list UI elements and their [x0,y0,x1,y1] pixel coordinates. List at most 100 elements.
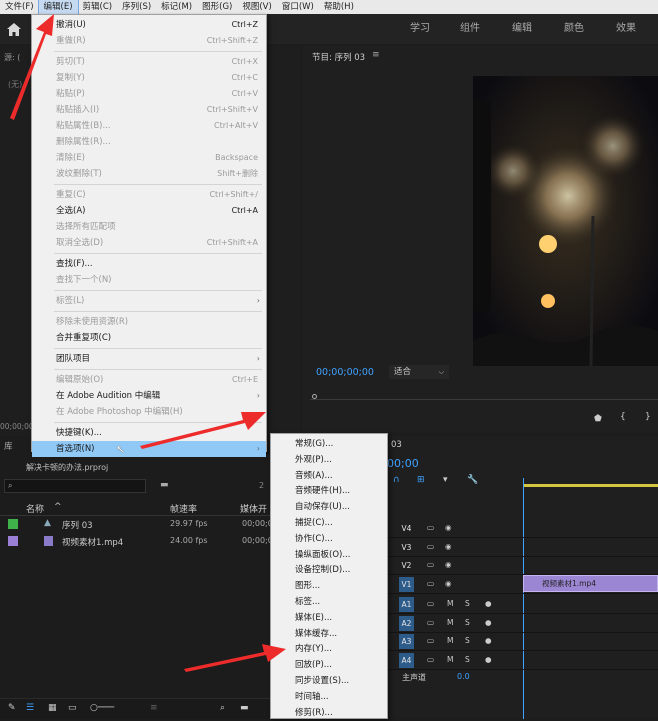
preferences-menu-item[interactable]: 音频(A)... [271,468,387,484]
microphone-icon[interactable]: ● [485,633,492,648]
preferences-menu-item[interactable]: 图形... [271,578,387,594]
workspace-tab-color[interactable]: 颜色 [564,14,584,44]
preferences-menu-item[interactable]: 音频硬件(H)... [271,483,387,499]
snap-icon[interactable]: ∩ [393,475,400,485]
track-row[interactable]: A1 ▭ M S ● [385,596,658,614]
program-timecode[interactable]: 00;00;00;00 [316,367,374,378]
edit-menu-item[interactable]: 在 Adobe Audition 中编辑 › [32,388,266,404]
wrench-icon[interactable]: 🔧 [467,475,478,485]
eye-icon[interactable]: ◉ [445,557,452,572]
timeline-tab[interactable]: 03 [391,440,402,450]
preferences-menu-item[interactable]: 内存(Y)... [271,641,387,657]
sync-lock-icon[interactable]: ▭ [427,539,434,554]
project-tab[interactable]: 库 [4,440,13,452]
track-row[interactable]: V3 ▭ ◉ [385,539,658,557]
eye-icon[interactable]: ◉ [445,576,452,591]
sync-lock-icon[interactable]: ▭ [427,652,434,667]
folder-icon[interactable]: ▬ [160,480,169,490]
column-name[interactable]: 名称 [26,502,44,515]
mute-button[interactable]: M [447,652,453,667]
preferences-menu-item[interactable]: 媒体缓存... [271,626,387,642]
workspace-tab-effects[interactable]: 效果 [616,14,636,44]
track-row[interactable]: A2 ▭ M S ● [385,615,658,633]
microphone-icon[interactable]: ● [485,652,492,667]
icon-view-icon[interactable]: ▦ [48,703,57,713]
edit-menu-item[interactable]: 剪切(T) Ctrl+X [32,54,266,70]
table-row[interactable]: ▲ 序列 03 29.97 fps 00;00;0 [0,516,273,533]
preferences-menu-item[interactable]: 常规(G)... [271,436,387,452]
column-media-start[interactable]: 媒体开 [240,502,267,515]
sort-icon[interactable]: ≡ [150,703,158,713]
sync-lock-icon[interactable]: ▭ [427,615,434,630]
marker-icon[interactable]: ⬟ [594,414,602,424]
edit-menu-item[interactable]: 撤消(U) Ctrl+Z [32,17,266,33]
list-view-icon[interactable]: ☰ [26,703,34,713]
sort-asc-icon[interactable]: ^ [54,502,62,512]
program-ruler[interactable] [310,392,658,400]
preferences-menu-item[interactable]: 回放(P)... [271,657,387,673]
preferences-menu-item[interactable]: 同步设置(S)... [271,673,387,689]
track-target-button[interactable]: A2 [399,615,414,631]
menu-sequence[interactable]: 序列(S) [117,0,156,14]
label-color-swatch[interactable] [8,519,18,529]
pencil-icon[interactable]: ✎ [8,703,16,713]
edit-menu-item[interactable]: 移除未使用资源(R) [32,314,266,330]
menu-help[interactable]: 帮助(H) [319,0,359,14]
edit-menu-item[interactable]: 全选(A) Ctrl+A [32,203,266,219]
solo-button[interactable]: S [465,596,470,611]
sync-lock-icon[interactable]: ▭ [427,520,434,535]
menu-file[interactable]: 文件(F) [0,0,39,14]
menu-markers[interactable]: 标记(M) [156,0,197,14]
workspace-tab-assembly[interactable]: 组件 [460,14,480,44]
mute-button[interactable]: M [447,633,453,648]
edit-menu-item[interactable]: 波纹删除(T) Shift+删除 [32,166,266,182]
column-fps[interactable]: 帧速率 [170,502,197,515]
edit-menu-item[interactable]: 粘贴属性(B)... Ctrl+Alt+V [32,118,266,134]
microphone-icon[interactable]: ● [485,596,492,611]
track-target-button[interactable]: V1 [399,576,414,592]
edit-menu-item[interactable]: 合并重复项(C) [32,330,266,346]
sync-lock-icon[interactable]: ▭ [427,557,434,572]
track-target-button[interactable]: V2 [399,558,414,573]
solo-button[interactable]: S [465,633,470,648]
label-color-swatch[interactable] [8,536,18,546]
track-row[interactable]: A4 ▭ M S ● [385,652,658,670]
edit-menu-item[interactable]: 重做(R) Ctrl+Shift+Z [32,33,266,49]
edit-menu-item[interactable]: 复制(Y) Ctrl+C [32,70,266,86]
track-target-button[interactable]: V4 [399,521,414,536]
table-row[interactable]: 视频素材1.mp4 24.00 fps 00;00;0 [0,533,273,550]
edit-menu-item[interactable]: 编辑原始(O) Ctrl+E [32,372,266,388]
edit-menu-item[interactable]: 查找(F)... [32,256,266,272]
mute-button[interactable]: M [447,615,453,630]
preferences-menu-item[interactable]: 设备控制(D)... [271,562,387,578]
playhead-marker[interactable] [312,394,317,399]
edit-menu-item[interactable]: 团队项目 › [32,351,266,367]
mute-button[interactable]: M [447,596,453,611]
mark-in-icon[interactable]: { [620,412,626,422]
preferences-menu-item[interactable]: 时间轴... [271,689,387,705]
eye-icon[interactable]: ◉ [445,539,452,554]
edit-menu-item[interactable]: 清除(E) Backspace [32,150,266,166]
track-row[interactable]: V4 ▭ ◉ [385,520,658,538]
track-row[interactable]: A3 ▭ M S ● [385,633,658,651]
menu-graphics[interactable]: 图形(G) [197,0,237,14]
mark-out-icon[interactable]: } [645,412,651,422]
solo-button[interactable]: S [465,652,470,667]
track-row[interactable]: V2 ▭ ◉ [385,557,658,575]
menu-clip[interactable]: 剪辑(C) [78,0,118,14]
freeform-view-icon[interactable]: ▭ [68,703,77,713]
preferences-menu-item[interactable]: 捕捉(C)... [271,515,387,531]
solo-button[interactable]: S [465,615,470,630]
timeline-clip[interactable]: 视频素材1.mp4 [523,575,658,592]
sync-lock-icon[interactable]: ▭ [427,596,434,611]
edit-menu-item[interactable]: 重复(C) Ctrl+Shift+/ [32,187,266,203]
edit-menu-item[interactable]: 取消全选(D) Ctrl+Shift+A [32,235,266,251]
new-bin-icon[interactable]: ▬ [240,703,249,713]
menu-window[interactable]: 窗口(W) [277,0,319,14]
search-icon[interactable]: ⌕ [220,703,225,713]
fit-dropdown[interactable]: 适合 ⌵ [389,365,449,379]
track-target-button[interactable]: A1 [399,597,414,612]
preferences-menu-item[interactable]: 外观(P)... [271,452,387,468]
preferences-menu-item[interactable]: 自动保存(U)... [271,499,387,515]
eye-icon[interactable]: ◉ [445,520,452,535]
